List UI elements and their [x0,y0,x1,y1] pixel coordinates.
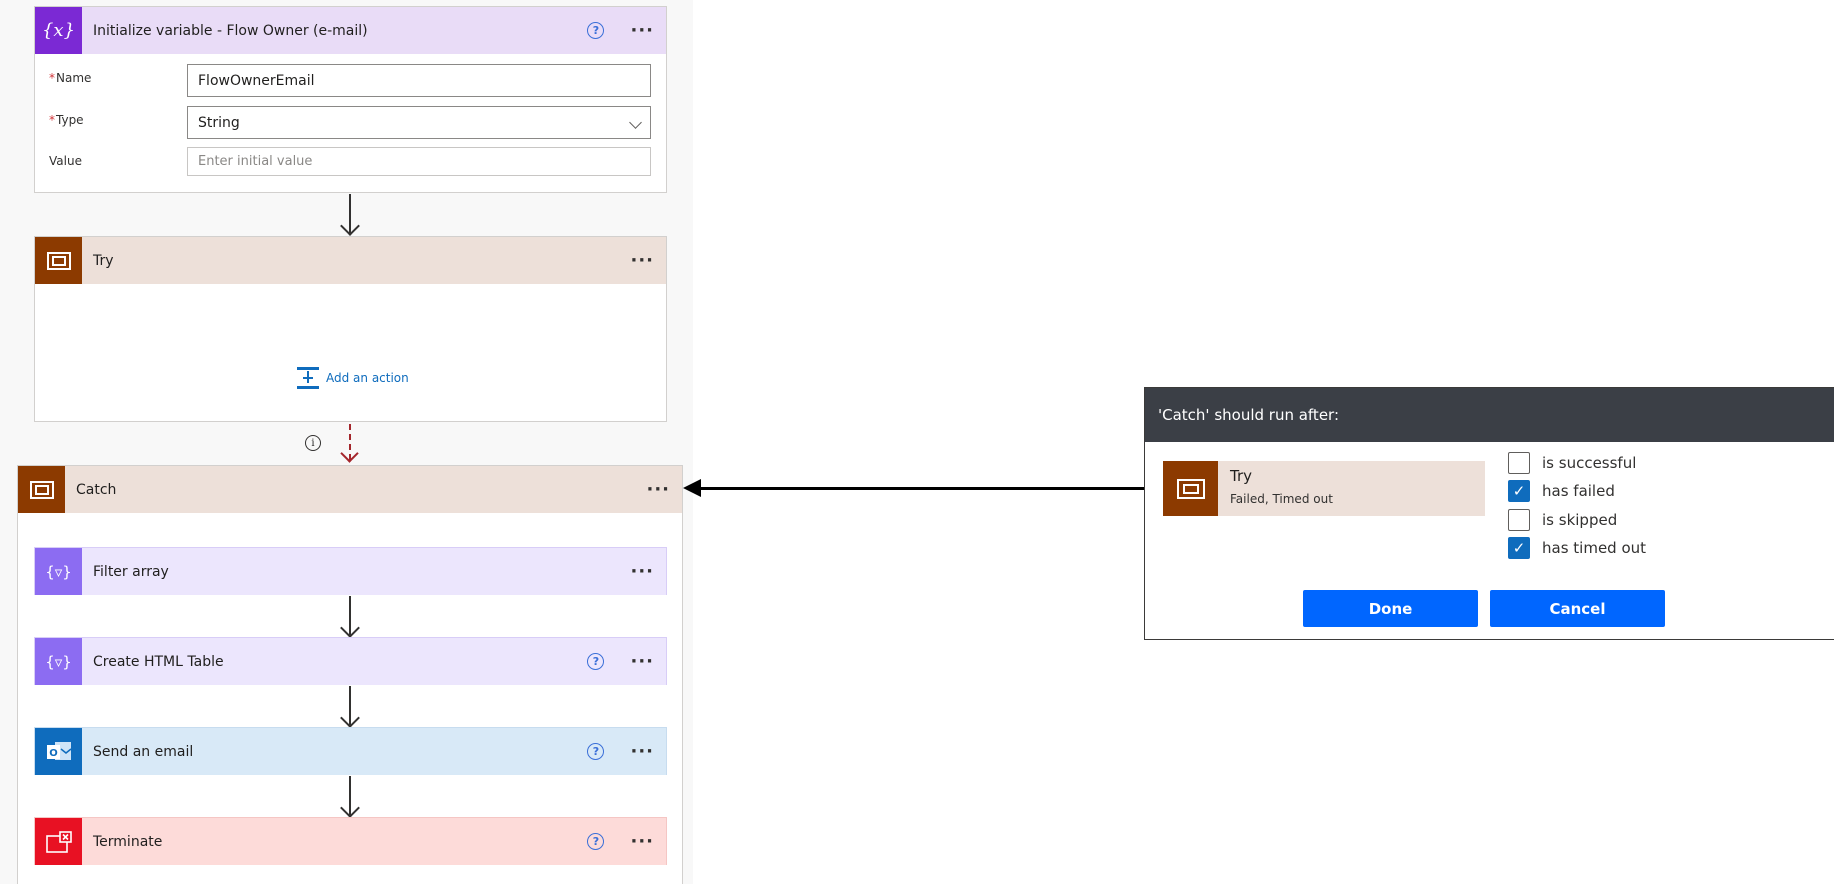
init-variable-card: {𝑥} Initialize variable - Flow Owner (e-… [34,6,667,193]
filter-icon: {▿} [35,638,82,685]
type-select-value: String [198,114,240,131]
value-input[interactable]: Enter initial value [187,147,651,176]
svg-text:O: O [49,748,58,759]
help-icon[interactable]: ? [587,743,605,760]
option-is-skipped[interactable]: is skipped [1508,509,1617,531]
filter-array-action[interactable]: {▿} Filter array ··· [34,547,667,595]
try-chip-status: Failed, Timed out [1230,492,1333,506]
option-label: has failed [1542,482,1615,500]
done-button[interactable]: Done [1303,590,1478,627]
scope-icon [35,237,82,284]
type-label: *Type [49,113,84,127]
add-action-link[interactable]: Add an action [296,366,409,390]
checkbox[interactable] [1508,452,1530,474]
filter-array-title: Filter array [93,563,169,580]
cancel-button[interactable]: Cancel [1490,590,1665,627]
option-label: is successful [1542,454,1637,472]
help-icon[interactable]: ? [587,22,605,39]
more-options-icon[interactable]: ··· [630,21,654,40]
option-has-timed-out[interactable]: ✓ has timed out [1508,537,1646,559]
send-email-action[interactable]: O Send an email ? ··· [34,727,667,775]
checkbox-checked[interactable]: ✓ [1508,480,1530,502]
checkbox[interactable] [1508,509,1530,531]
dialog-title: 'Catch' should run after: [1145,388,1834,442]
option-has-failed[interactable]: ✓ has failed [1508,480,1615,502]
create-html-table-action[interactable]: {▿} Create HTML Table ? ··· [34,637,667,685]
run-after-dialog: 'Catch' should run after: Try Failed, Ti… [1144,387,1834,640]
outlook-icon: O [35,728,82,775]
name-input[interactable]: FlowOwnerEmail [187,64,651,97]
option-is-successful[interactable]: is successful [1508,452,1636,474]
chevron-down-icon [629,116,642,129]
more-options-icon[interactable]: ··· [630,251,654,270]
option-label: has timed out [1542,539,1647,557]
try-scope-card: Try ··· Add an action [34,236,667,422]
value-label: Value [49,154,82,168]
add-action-icon [297,367,319,389]
try-chip-title: Try [1230,467,1253,485]
filter-icon: {▿} [35,548,82,595]
send-email-title: Send an email [93,743,194,760]
init-variable-title: Initialize variable - Flow Owner (e-mail… [93,22,368,39]
scope-icon [1163,461,1218,516]
name-label: *Name [49,71,92,85]
terminate-title: Terminate [93,833,163,850]
more-options-icon[interactable]: ··· [630,832,654,851]
callout-arrowhead [683,479,701,497]
terminate-icon [35,818,82,865]
help-icon[interactable]: ? [587,653,605,670]
catch-scope-header[interactable]: Catch ··· [18,466,682,513]
init-variable-header[interactable]: {𝑥} Initialize variable - Flow Owner (e-… [35,7,666,54]
try-scope-title: Try [93,252,114,269]
help-icon[interactable]: ? [587,833,605,850]
type-select[interactable]: String [187,106,651,139]
flow-designer-canvas: {𝑥} Initialize variable - Flow Owner (e-… [0,0,1834,884]
option-label: is skipped [1542,511,1618,529]
more-options-icon[interactable]: ··· [646,480,670,499]
curly-x-icon: {𝑥} [35,7,82,54]
more-options-icon[interactable]: ··· [630,742,654,761]
more-options-icon[interactable]: ··· [630,562,654,581]
try-run-after-chip: Try Failed, Timed out [1163,461,1485,516]
scope-icon [18,466,65,513]
info-icon[interactable]: i [305,435,321,451]
more-options-icon[interactable]: ··· [630,652,654,671]
try-scope-header[interactable]: Try ··· [35,237,666,284]
create-html-table-title: Create HTML Table [93,653,224,670]
callout-arrow-line [700,487,1144,490]
catch-scope-title: Catch [76,481,117,498]
terminate-action[interactable]: Terminate ? ··· [34,817,667,865]
checkbox-checked[interactable]: ✓ [1508,537,1530,559]
add-action-label: Add an action [326,371,409,385]
